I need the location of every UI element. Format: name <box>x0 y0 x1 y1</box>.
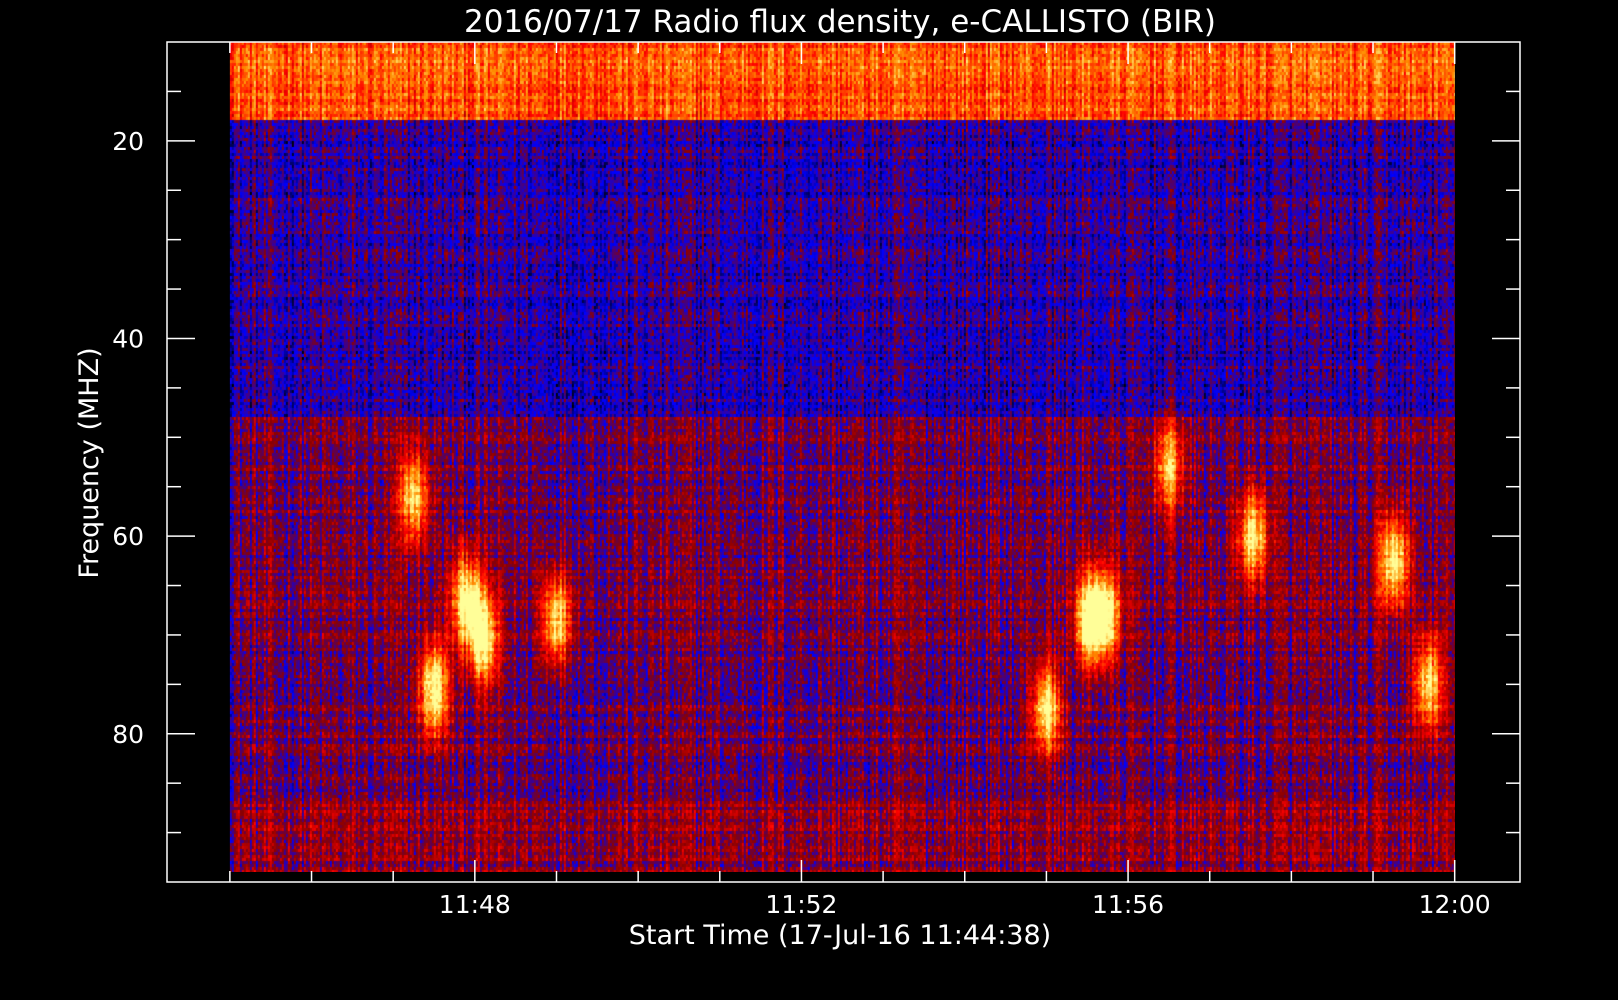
chart-title: 2016/07/17 Radio flux density, e-CALLIST… <box>464 4 1216 40</box>
x-tick-label: 11:52 <box>765 890 837 919</box>
x-axis-label: Start Time (17-Jul-16 11:44:38) <box>629 920 1051 951</box>
heatmap-layer <box>229 42 1455 872</box>
spectrogram-image <box>229 42 1455 872</box>
x-tick-label: 11:48 <box>439 890 511 919</box>
x-tick-label: 12:00 <box>1419 890 1491 919</box>
spectrogram-chart: 2016/07/17 Radio flux density, e-CALLIST… <box>0 0 1618 1000</box>
y-tick-label: 20 <box>112 127 144 156</box>
y-tick-label: 60 <box>112 522 144 551</box>
y-axis-label: Frequency (MHZ) <box>74 347 105 578</box>
x-tick-label: 11:56 <box>1092 890 1164 919</box>
y-tick-label: 40 <box>112 324 144 353</box>
y-tick-label: 80 <box>112 720 144 749</box>
